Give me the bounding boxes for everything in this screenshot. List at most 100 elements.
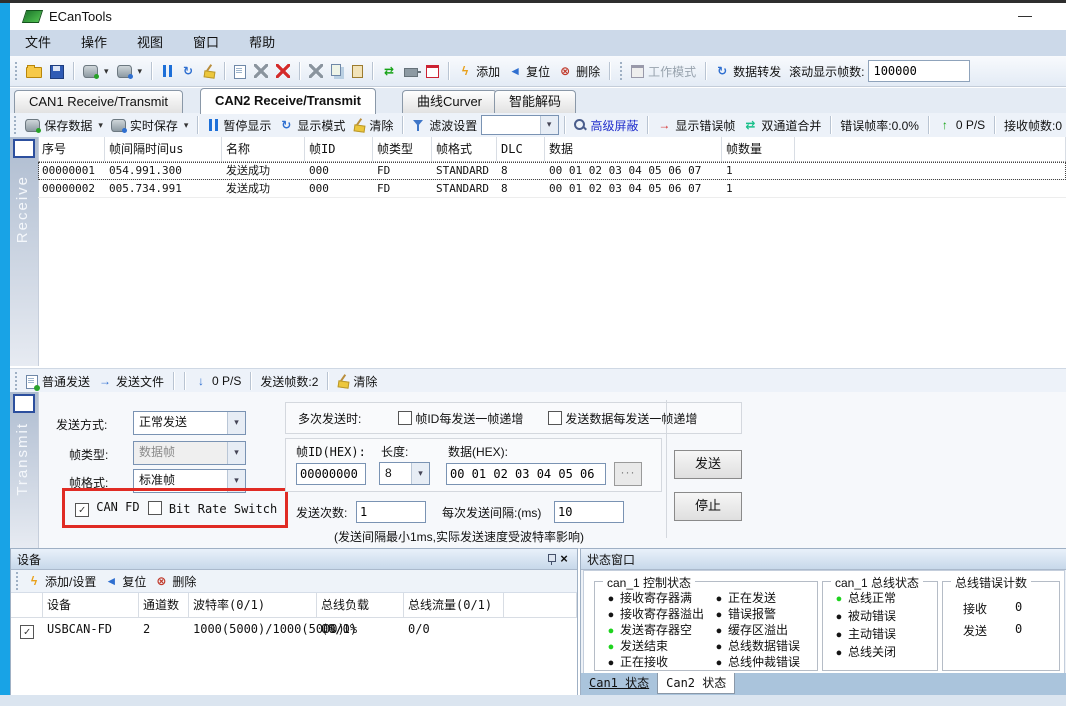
copy-button[interactable] xyxy=(327,64,348,79)
clean-button[interactable] xyxy=(199,64,219,78)
receive-side-label: Receive xyxy=(14,175,31,243)
length-combo[interactable]: 8▾ xyxy=(379,462,430,485)
menu-window[interactable]: 窗口 xyxy=(178,30,234,56)
paste-button[interactable] xyxy=(348,64,367,78)
realtime-save-button[interactable]: 实时保存▾ xyxy=(107,117,193,134)
tab-curve[interactable]: 曲线Curver xyxy=(402,90,497,113)
transmit-collapse-button[interactable] xyxy=(13,394,35,413)
scroll-frames-input[interactable] xyxy=(868,60,970,82)
clear-receive-button[interactable]: 清除 xyxy=(349,117,397,134)
send-count-input[interactable] xyxy=(356,501,426,523)
pause-button[interactable] xyxy=(157,64,177,78)
send-button[interactable]: 发送 xyxy=(674,450,742,479)
stop-button[interactable]: 停止 xyxy=(674,492,742,521)
load-data-dropdown-button[interactable]: ▾ xyxy=(113,64,147,78)
receive-collapse-button[interactable] xyxy=(13,139,35,158)
tab-decode[interactable]: 智能解码 xyxy=(494,90,576,113)
advanced-mask-button[interactable]: 高级屏蔽 xyxy=(569,117,642,134)
show-error-frames-button[interactable]: →显示错误帧 xyxy=(653,117,739,134)
menu-help[interactable]: 帮助 xyxy=(234,30,290,56)
interval-input[interactable] xyxy=(554,501,624,523)
open-file-button[interactable] xyxy=(22,64,46,78)
col-header-device[interactable]: 设备 xyxy=(43,593,139,618)
device-row[interactable]: USBCAN-FD 2 1000(5000)/1000(5000) 0%/0% … xyxy=(11,618,577,640)
col-header-frameformat[interactable]: 帧格式 xyxy=(432,137,497,161)
reset-arrow-icon: ◄ xyxy=(508,64,522,78)
send-mode-combo[interactable]: 正常发送▾ xyxy=(133,411,246,435)
device-remove-button[interactable]: ⊗删除 xyxy=(150,573,200,590)
data-increase-checkbox[interactable] xyxy=(548,411,562,425)
pin-icon[interactable] xyxy=(547,553,557,565)
menu-operate[interactable]: 操作 xyxy=(66,30,122,56)
table-row[interactable]: 00000001 054.991.300 发送成功 000 FD STANDAR… xyxy=(38,162,1066,180)
display-mode-button[interactable]: ↻显示模式 xyxy=(275,117,349,134)
work-mode-button[interactable]: 工作模式 xyxy=(627,63,700,80)
col-header-dlc[interactable]: DLC xyxy=(497,137,545,161)
refresh-button[interactable]: ↻ xyxy=(177,64,199,78)
close-icon[interactable]: × xyxy=(557,552,571,566)
usb-device-button[interactable] xyxy=(400,65,422,77)
dual-channel-merge-button[interactable]: ⇄双通道合并 xyxy=(739,117,825,134)
col-header-interval[interactable]: 帧间隔时间us xyxy=(105,137,222,161)
new-item-button[interactable] xyxy=(230,64,250,79)
frame-type-value: 数据帧 xyxy=(139,445,175,459)
clear-transmit-button[interactable]: 清除 xyxy=(333,373,381,390)
col-header-baudrate[interactable]: 波特率(0/1) xyxy=(189,593,317,618)
frame-id-input[interactable] xyxy=(296,463,366,485)
normal-send-button[interactable]: 普通发送 xyxy=(22,373,94,390)
brs-option[interactable]: Bit Rate Switch xyxy=(148,501,278,516)
add-device-button[interactable]: ϟ添加 xyxy=(454,63,504,80)
data-forward-button[interactable]: ↻数据转发 xyxy=(711,63,785,80)
status-label: 接收寄存器溢出 xyxy=(620,607,704,621)
delete-button[interactable] xyxy=(272,64,294,78)
col-header-busflow[interactable]: 总线流量(0/1) xyxy=(404,593,504,618)
tab-can2[interactable]: CAN2 Receive/Transmit xyxy=(200,88,376,114)
table-row[interactable]: 00000002 005.734.991 发送成功 000 FD STANDAR… xyxy=(38,180,1066,198)
canfd-checkbox[interactable] xyxy=(75,503,89,517)
save-file-button[interactable] xyxy=(46,64,68,79)
remove-device-button[interactable]: ⊗删除 xyxy=(554,63,604,80)
filter-settings-button[interactable]: 滤波设置 xyxy=(408,117,481,134)
led-icon: ● xyxy=(833,629,845,641)
device-reset-button[interactable]: ◄复位 xyxy=(100,573,150,590)
window-mode-button[interactable] xyxy=(422,64,443,78)
edit-tools-button[interactable] xyxy=(250,64,272,78)
realtime-save-label: 实时保存 xyxy=(130,117,178,134)
col-header-data[interactable]: 数据 xyxy=(545,137,722,161)
col-header-frametype[interactable]: 帧类型 xyxy=(373,137,432,161)
device-add-setup-button[interactable]: ϟ添加/设置 xyxy=(23,573,100,590)
receive-sidestrip: Receive xyxy=(10,137,39,366)
down-arrow-icon: ↓ xyxy=(194,374,208,388)
canfd-option[interactable]: CAN FD xyxy=(75,500,140,517)
data-increase-option[interactable]: 发送数据每发送一帧递增 xyxy=(548,410,697,427)
tab-can1-status[interactable]: Can1 状态 xyxy=(581,673,657,693)
cut-button[interactable] xyxy=(305,64,327,78)
id-increase-option[interactable]: 帧ID每发送一帧递增 xyxy=(398,410,523,427)
col-header-framecount[interactable]: 帧数量 xyxy=(722,137,795,161)
dropdown-arrow-icon: ▾ xyxy=(104,66,109,77)
filter-combo[interactable]: ▾ xyxy=(481,115,558,135)
brs-checkbox[interactable] xyxy=(148,501,162,515)
col-header-frameid[interactable]: 帧ID xyxy=(305,137,373,161)
data-hex-input[interactable] xyxy=(446,463,606,485)
save-data-dropdown-button[interactable]: ▾ xyxy=(79,64,113,78)
send-file-button[interactable]: →发送文件 xyxy=(94,373,168,390)
reset-device-button[interactable]: ◄复位 xyxy=(504,63,554,80)
tab-can1[interactable]: CAN1 Receive/Transmit xyxy=(14,90,183,113)
separator xyxy=(197,116,198,134)
col-header-index[interactable]: 序号 xyxy=(38,137,105,161)
pause-display-button[interactable]: 暂停显示 xyxy=(203,117,275,134)
col-header-channels[interactable]: 通道数 xyxy=(139,593,189,618)
minimize-button[interactable]: — xyxy=(1012,5,1038,27)
col-header-busload[interactable]: 总线负载(0/1) xyxy=(317,593,404,618)
save-data-button[interactable]: 保存数据▾ xyxy=(21,117,107,134)
more-data-button[interactable]: ··· xyxy=(614,462,642,486)
tab-can2-status[interactable]: Can2 状态 xyxy=(657,673,735,694)
device-checkbox[interactable] xyxy=(20,625,34,639)
col-header-name[interactable]: 名称 xyxy=(222,137,305,161)
menu-view[interactable]: 视图 xyxy=(122,30,178,56)
menu-file[interactable]: 文件 xyxy=(10,30,66,56)
channel-swap-button[interactable]: ⇄ xyxy=(378,64,400,78)
id-increase-checkbox[interactable] xyxy=(398,411,412,425)
receive-toolbar: 保存数据▾ 实时保存▾ 暂停显示 ↻显示模式 清除 滤波设置 ▾ 高级屏蔽 →显… xyxy=(10,113,1066,138)
